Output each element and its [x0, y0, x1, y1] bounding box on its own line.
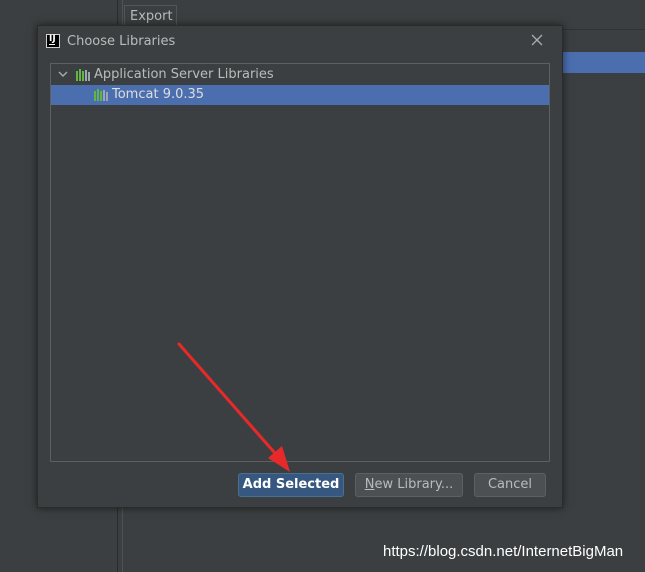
intellij-idea-icon: IJ: [46, 34, 60, 48]
tree-item-label: Tomcat 9.0.35: [112, 87, 205, 102]
library-tree[interactable]: Application Server Libraries Tomcat 9.0.…: [50, 63, 550, 462]
choose-libraries-dialog: IJ Choose Libraries Application Server L…: [37, 25, 563, 508]
cancel-button[interactable]: Cancel: [474, 473, 546, 497]
new-library-label: ew Library...: [374, 477, 454, 492]
library-icon: [76, 69, 90, 81]
dialog-titlebar[interactable]: IJ Choose Libraries: [38, 26, 562, 58]
tree-group-label: Application Server Libraries: [94, 67, 274, 82]
library-icon: [94, 89, 108, 101]
dialog-title: Choose Libraries: [67, 34, 176, 49]
add-selected-button[interactable]: Add Selected: [238, 473, 344, 497]
tree-item-tomcat[interactable]: Tomcat 9.0.35: [51, 85, 549, 105]
tree-group-application-server-libraries[interactable]: Application Server Libraries: [51, 65, 549, 85]
close-icon[interactable]: [530, 33, 544, 47]
background-selected-row[interactable]: [560, 52, 645, 73]
watermark-text: https://blog.csdn.net/InternetBigMan: [383, 543, 624, 560]
new-library-button[interactable]: New Library...: [355, 473, 463, 497]
chevron-down-icon[interactable]: [58, 69, 68, 79]
export-tab[interactable]: Export: [124, 5, 177, 27]
